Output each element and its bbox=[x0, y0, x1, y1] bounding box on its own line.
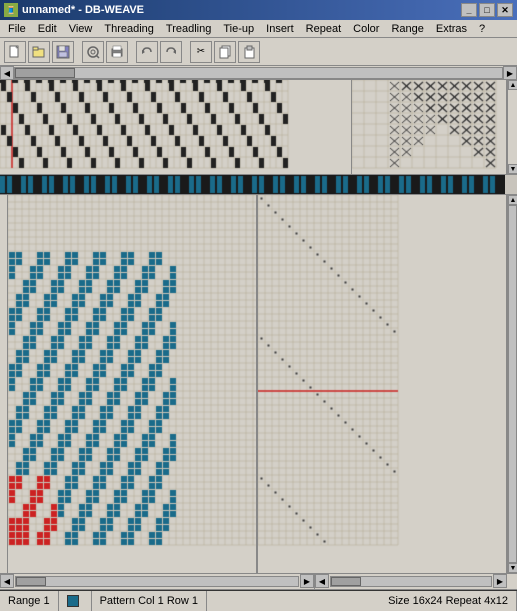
hscroll-track-top[interactable] bbox=[14, 67, 503, 79]
hscroll-right2-left-btn[interactable]: ◀ bbox=[315, 574, 329, 588]
toolbar: ✂ bbox=[0, 38, 517, 66]
menu-file[interactable]: File bbox=[2, 22, 32, 36]
status-bar: Range 1 Pattern Col 1 Row 1 Size 16x24 R… bbox=[0, 589, 517, 611]
hscroll-corner bbox=[507, 574, 517, 589]
menu-repeat[interactable]: Repeat bbox=[300, 22, 347, 36]
hscroll-right-top[interactable]: ▶ bbox=[503, 66, 517, 80]
menu-extras[interactable]: Extras bbox=[430, 22, 473, 36]
status-size: Size 16x24 Repeat 4x12 bbox=[380, 591, 517, 611]
size-label: Size 16x24 Repeat 4x12 bbox=[388, 595, 508, 607]
hscroll-left-area[interactable]: ◀ ▶ bbox=[0, 574, 315, 589]
treadling-panel[interactable] bbox=[257, 195, 507, 573]
menu-range[interactable]: Range bbox=[385, 22, 429, 36]
new-button[interactable] bbox=[4, 41, 26, 63]
hscroll-thumb-top[interactable] bbox=[15, 68, 75, 78]
close-button[interactable]: ✕ bbox=[497, 3, 513, 17]
threading-canvas[interactable] bbox=[0, 80, 315, 173]
hscroll-left-top[interactable]: ◀ bbox=[0, 66, 14, 80]
hscroll-right-btn[interactable]: ▶ bbox=[300, 574, 314, 588]
menu-treadling[interactable]: Treadling bbox=[160, 22, 217, 36]
vscroll-down-top[interactable]: ▼ bbox=[508, 164, 517, 174]
print-button[interactable] bbox=[106, 41, 128, 63]
pattern-section: ▲ ▼ bbox=[0, 195, 517, 573]
menu-threading[interactable]: Threading bbox=[98, 22, 160, 36]
hscroll-track-right[interactable] bbox=[330, 576, 492, 587]
vscroll-down-bottom[interactable]: ▼ bbox=[508, 563, 517, 573]
save-button[interactable] bbox=[52, 41, 74, 63]
tieup-area[interactable] bbox=[352, 80, 507, 174]
paste-button[interactable] bbox=[238, 41, 260, 63]
window-title: unnamed* - DB-WEAVE bbox=[22, 4, 144, 16]
vscroll-up-top[interactable]: ▲ bbox=[508, 80, 517, 90]
open-button[interactable] bbox=[28, 41, 50, 63]
threading-section: ▲ ▼ bbox=[0, 80, 517, 175]
minimize-button[interactable]: _ bbox=[461, 3, 477, 17]
redo-button[interactable] bbox=[160, 41, 182, 63]
print-preview-button[interactable] bbox=[82, 41, 104, 63]
menu-bar: File Edit View Threading Treadling Tie-u… bbox=[0, 20, 517, 38]
treadling-strip bbox=[0, 175, 517, 195]
hscroll-thumb-left[interactable] bbox=[16, 577, 46, 586]
hscroll-thumb-right[interactable] bbox=[331, 577, 361, 586]
pattern-label: Pattern Col 1 Row 1 bbox=[100, 595, 198, 607]
treadling-canvas[interactable] bbox=[0, 175, 505, 194]
vscroll-bottom[interactable]: ▲ ▼ bbox=[507, 195, 517, 573]
title-bar: 🧵 unnamed* - DB-WEAVE _ □ ✕ bbox=[0, 0, 517, 20]
menu-color[interactable]: Color bbox=[347, 22, 385, 36]
hscroll-right-area[interactable]: ◀ ▶ bbox=[315, 574, 507, 589]
menu-tieup[interactable]: Tie-up bbox=[217, 22, 260, 36]
titlebar-left: 🧵 unnamed* - DB-WEAVE bbox=[4, 3, 144, 17]
cut-button[interactable]: ✂ bbox=[190, 41, 212, 63]
app-icon: 🧵 bbox=[4, 3, 18, 17]
hscroll-left-btn[interactable]: ◀ bbox=[0, 574, 14, 588]
titlebar-buttons[interactable]: _ □ ✕ bbox=[461, 3, 513, 17]
drawdown-area[interactable] bbox=[8, 195, 257, 573]
main-content: ◀ ▶ ▲ ▼ bbox=[0, 66, 517, 589]
treadling-right-canvas[interactable] bbox=[258, 195, 411, 565]
tieup-canvas[interactable] bbox=[352, 80, 505, 173]
vscroll-track-bottom[interactable] bbox=[508, 205, 517, 563]
vscroll-up-bottom[interactable]: ▲ bbox=[508, 195, 517, 205]
menu-edit[interactable]: Edit bbox=[32, 22, 63, 36]
copy-button[interactable] bbox=[214, 41, 236, 63]
status-color bbox=[59, 591, 92, 611]
menu-view[interactable]: View bbox=[63, 22, 99, 36]
menu-insert[interactable]: Insert bbox=[260, 22, 300, 36]
pattern-canvas[interactable] bbox=[8, 195, 257, 565]
undo-button[interactable] bbox=[136, 41, 158, 63]
color-swatch bbox=[67, 595, 79, 607]
top-hscroll[interactable]: ◀ ▶ bbox=[0, 66, 517, 80]
threading-area[interactable] bbox=[0, 80, 352, 174]
hscroll-track-left[interactable] bbox=[15, 576, 299, 587]
left-margin bbox=[0, 195, 8, 573]
bottom-hscroll-area[interactable]: ◀ ▶ ◀ ▶ bbox=[0, 573, 517, 589]
status-range: Range 1 bbox=[0, 591, 59, 611]
status-pattern: Pattern Col 1 Row 1 bbox=[92, 591, 207, 611]
vscroll-top[interactable]: ▲ ▼ bbox=[507, 80, 517, 174]
maximize-button[interactable]: □ bbox=[479, 3, 495, 17]
range-label: Range 1 bbox=[8, 595, 50, 607]
menu-help[interactable]: ? bbox=[473, 22, 491, 36]
hscroll-right2-right-btn[interactable]: ▶ bbox=[493, 574, 507, 588]
